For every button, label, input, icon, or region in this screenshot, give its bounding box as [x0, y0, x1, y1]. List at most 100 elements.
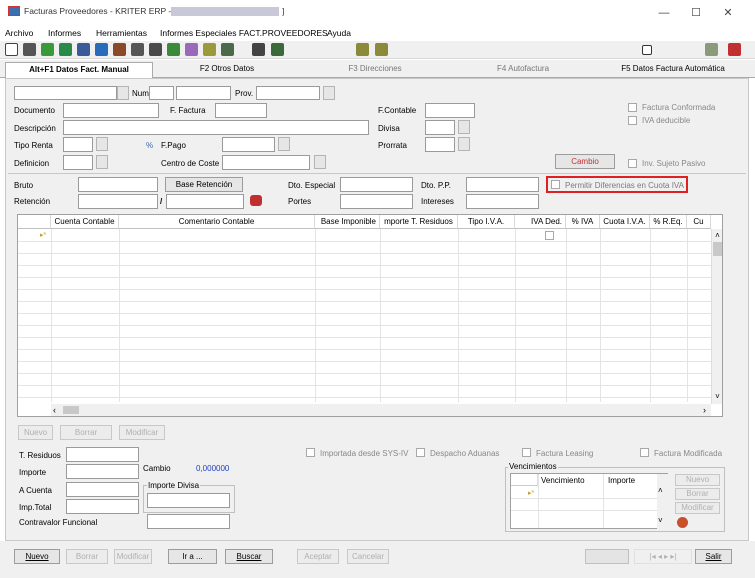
cancelar-button[interactable]: Cancelar	[347, 549, 389, 564]
despacho-checkbox[interactable]	[416, 448, 425, 457]
portes-field[interactable]	[340, 194, 413, 209]
aceptar-button[interactable]: Aceptar	[297, 549, 339, 564]
buscar-button[interactable]: Buscar	[225, 549, 273, 564]
grid-header-cuota-iva[interactable]: Cuota I.V.A.	[600, 215, 650, 229]
grid-header-cuenta[interactable]: Cuenta Contable	[51, 215, 119, 229]
divisa-lookup-button[interactable]	[458, 120, 470, 134]
ir-a-button[interactable]: Ir a ...	[168, 549, 217, 564]
borrar-button[interactable]: Borrar	[66, 549, 108, 564]
f-contable-field[interactable]	[425, 103, 475, 118]
contravalor-field[interactable]	[147, 514, 230, 529]
grid-hscrollbar[interactable]: ‹ ›	[51, 404, 711, 416]
copy-icon[interactable]	[77, 43, 90, 56]
lines-grid[interactable]: Cuenta Contable Comentario Contable Base…	[17, 214, 723, 417]
prorrata-lookup-button[interactable]	[458, 137, 470, 151]
scroll-right-icon[interactable]: ›	[703, 405, 706, 415]
venc-nuevo-button[interactable]: Nuevo	[675, 474, 720, 486]
dto-especial-field[interactable]	[340, 177, 413, 192]
grid-header-base[interactable]: Base Imponible	[315, 215, 380, 229]
tools-icon[interactable]	[375, 43, 388, 56]
menu-archivo[interactable]: Archivo	[5, 28, 33, 38]
menu-herramientas[interactable]: Herramientas	[96, 28, 147, 38]
venc-modificar-button[interactable]: Modificar	[675, 502, 720, 514]
t-residuos-field[interactable]	[66, 447, 139, 462]
serie-select[interactable]	[14, 86, 117, 100]
nuevo-button[interactable]: Nuevo	[14, 549, 60, 564]
check-icon[interactable]	[59, 43, 72, 56]
tab-factura-automatica[interactable]: F5 Datos Factura Automática	[597, 62, 749, 78]
venc-scrollbar[interactable]: ˄ ˅	[657, 474, 668, 529]
exit-icon[interactable]	[728, 43, 741, 56]
prorrata-field[interactable]	[425, 137, 455, 152]
tipo-renta-lookup-button[interactable]	[96, 137, 108, 151]
tree-icon[interactable]	[41, 43, 54, 56]
grid-header-pct-iva[interactable]: % IVA	[566, 215, 600, 229]
imp-total-field[interactable]	[66, 499, 139, 514]
cut-icon[interactable]	[149, 43, 162, 56]
grid-hscroll-thumb[interactable]	[63, 406, 79, 414]
vencimiento-col-header[interactable]: Vencimiento	[541, 476, 585, 485]
prov-lookup-button[interactable]	[323, 86, 335, 100]
modificar-button[interactable]: Modificar	[114, 549, 152, 564]
permitir-diferencias-checkbox[interactable]	[551, 180, 560, 189]
menu-informes-especiales[interactable]: Informes Especiales FACT.PROVEEDORES	[160, 28, 328, 38]
scroll-left-icon[interactable]: ‹	[53, 405, 56, 415]
tab-otros-datos[interactable]: F2 Otros Datos	[153, 62, 301, 78]
f-pago-field[interactable]	[222, 137, 275, 152]
cambio-button[interactable]: Cambio	[555, 154, 615, 169]
intereses-field[interactable]	[466, 194, 539, 209]
f-pago-lookup-button[interactable]	[278, 137, 290, 151]
definicion-field[interactable]	[63, 155, 93, 170]
scroll-down-icon[interactable]: ˅	[712, 392, 722, 401]
retencion-icon[interactable]	[250, 195, 262, 206]
grid-vscroll-thumb[interactable]	[713, 242, 722, 256]
money-bag-icon[interactable]	[677, 517, 688, 528]
importada-checkbox[interactable]	[306, 448, 315, 457]
definicion-lookup-button[interactable]	[96, 155, 108, 169]
maximize-button[interactable]: ☐	[681, 3, 711, 23]
centro-coste-lookup-button[interactable]	[314, 155, 326, 169]
scroll-up-icon[interactable]: ˄	[712, 231, 722, 240]
serie-dropdown-icon[interactable]	[117, 86, 129, 100]
venc-borrar-button[interactable]: Borrar	[675, 488, 720, 500]
table-icon[interactable]	[95, 43, 108, 56]
menu-ayuda[interactable]: Ayuda	[327, 28, 351, 38]
inv-sujeto-pasivo-checkbox[interactable]	[628, 159, 637, 168]
num-field-2[interactable]	[176, 86, 231, 100]
tab-datos-fact-manual[interactable]: Alt+F1 Datos Fact. Manual	[5, 62, 153, 78]
documento-field[interactable]	[63, 103, 159, 118]
minimize-button[interactable]: —	[649, 3, 679, 23]
factura-conformada-checkbox[interactable]	[628, 103, 637, 112]
dto-pp-field[interactable]	[466, 177, 539, 192]
leasing-checkbox[interactable]	[522, 448, 531, 457]
grid-header-cu[interactable]: Cu	[687, 215, 711, 229]
record-nav-buttons[interactable]: |◂ ◂ ▸ ▸|	[634, 549, 692, 564]
iva-deducible-checkbox[interactable]	[628, 116, 637, 125]
iva-ded-checkbox[interactable]	[545, 231, 554, 240]
grid-header-req[interactable]: % R.Eq.	[650, 215, 687, 229]
paste-icon[interactable]	[167, 43, 180, 56]
modificada-checkbox[interactable]	[640, 448, 649, 457]
grid-modificar-button[interactable]: Modificar	[119, 425, 165, 440]
vencimientos-grid[interactable]: Vencimiento Importe ▸* ˄ ˅	[510, 473, 668, 529]
importe-col-header[interactable]: Importe	[608, 476, 635, 485]
grid-header-residuos[interactable]: mporte T. Residuos	[380, 215, 458, 229]
wand-icon[interactable]	[356, 43, 369, 56]
salir-button[interactable]: Salir	[695, 549, 732, 564]
doc-icon[interactable]	[113, 43, 126, 56]
grid-header-tipo-iva[interactable]: Tipo I.V.A.	[458, 215, 515, 229]
menu-informes[interactable]: Informes	[48, 28, 81, 38]
f-factura-field[interactable]	[215, 103, 267, 118]
grid-borrar-button[interactable]: Borrar	[60, 425, 112, 440]
preview-icon[interactable]	[5, 43, 18, 56]
pencil-icon[interactable]	[203, 43, 216, 56]
grid-header-iva-ded[interactable]: IVA Ded.	[515, 215, 566, 229]
tab-autofactura[interactable]: F4 Autofactura	[449, 62, 597, 78]
bruto-field[interactable]	[78, 177, 158, 192]
clip-icon[interactable]	[185, 43, 198, 56]
export-icon[interactable]	[271, 43, 284, 56]
a-cuenta-field[interactable]	[66, 482, 139, 497]
base-retencion-field[interactable]	[166, 194, 244, 209]
centro-coste-field[interactable]	[222, 155, 310, 170]
descripcion-field[interactable]	[63, 120, 369, 135]
